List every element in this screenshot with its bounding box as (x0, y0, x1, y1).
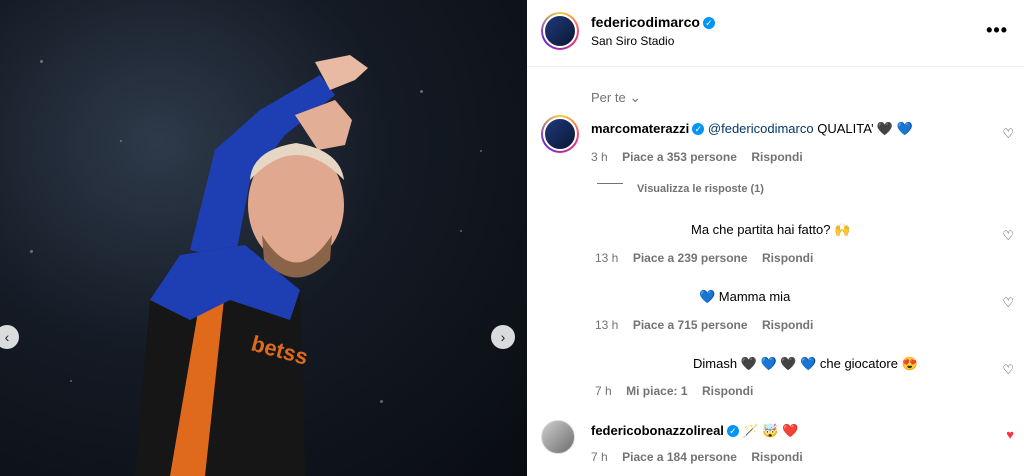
heart-icon[interactable]: ♡ (1002, 228, 1014, 244)
replies-divider (597, 183, 623, 184)
verified-icon: ✓ (692, 123, 705, 135)
post-photo: betss (0, 0, 527, 476)
comment-body: Dimash 🖤 💙 🖤 💙 che giocatore 😍 (693, 356, 918, 371)
player-illustration: betss (135, 55, 368, 476)
verified-icon: ✓ (702, 17, 715, 29)
verified-icon: ✓ (726, 425, 739, 437)
comment-likes[interactable]: Piace a 239 persone (633, 251, 748, 265)
chevron-left-icon: ‹ (4, 329, 10, 345)
more-options-button[interactable]: ••• (986, 20, 1008, 41)
commenter-username[interactable]: marcomaterazzi (591, 121, 689, 136)
carousel-next-button[interactable]: › (491, 325, 515, 349)
comment-meta: 7 h Piace a 184 persone Rispondi (591, 448, 803, 466)
comment-likes[interactable]: Piace a 184 persone (622, 450, 737, 464)
reply-button[interactable]: Rispondi (762, 318, 813, 332)
comment-meta: 13 h Piace a 715 persone Rispondi (595, 316, 813, 334)
reply-button[interactable]: Rispondi (702, 384, 753, 398)
comment-time[interactable]: 3 h (591, 150, 608, 164)
heart-icon[interactable]: ♡ (1002, 362, 1014, 378)
chevron-right-icon: › (500, 329, 506, 345)
sort-label: Per te (591, 90, 626, 105)
post-header: federicodimarco ✓ San Siro Stadio ••• (527, 0, 1024, 67)
heart-filled-icon[interactable]: ♥ (1006, 427, 1014, 442)
comment-time[interactable]: 7 h (595, 384, 612, 398)
commenter-avatar[interactable] (541, 115, 579, 153)
comment-text: marcomaterazzi ✓ @federicodimarco QUALITA… (591, 121, 913, 137)
comments-panel: federicodimarco ✓ San Siro Stadio ••• Per… (527, 0, 1024, 476)
comment-time[interactable]: 13 h (595, 251, 618, 265)
comment-meta: 3 h Piace a 353 persone Rispondi (591, 148, 803, 166)
comment-text: federicobonazzolireal ✓ 🪄 🤯 ❤️ (591, 423, 798, 439)
comment-body: 🪄 🤯 ❤️ (742, 423, 799, 438)
heart-icon[interactable]: ♡ (1002, 126, 1014, 142)
sort-dropdown[interactable]: Per te ⌄ (591, 89, 641, 106)
comment-likes[interactable]: Piace a 353 persone (622, 150, 737, 164)
comment-body: 💙 Mamma mia (699, 289, 791, 304)
comment-time[interactable]: 13 h (595, 318, 618, 332)
post-location[interactable]: San Siro Stadio (591, 34, 674, 48)
chevron-down-icon: ⌄ (629, 89, 642, 105)
comment-likes[interactable]: Mi piace: 1 (626, 384, 687, 398)
comment-likes[interactable]: Piace a 715 persone (633, 318, 748, 332)
heart-icon[interactable]: ♡ (1002, 295, 1014, 311)
reply-button[interactable]: Rispondi (751, 150, 802, 164)
comment-time[interactable]: 7 h (591, 450, 608, 464)
commenter-username[interactable]: federicobonazzolireal (591, 423, 724, 438)
reply-button[interactable]: Rispondi (751, 450, 802, 464)
comment-body: Ma che partita hai fatto? 🙌 (691, 222, 851, 237)
view-replies-button[interactable]: Visualizza le risposte (1) (637, 183, 764, 195)
comment-meta: 13 h Piace a 239 persone Rispondi (595, 249, 813, 267)
author-avatar[interactable] (541, 12, 579, 50)
mention-link[interactable]: @federicodimarco (708, 121, 814, 136)
comment-body: QUALITA’ 🖤 💙 (817, 121, 913, 136)
author-username[interactable]: federicodimarco (591, 14, 700, 30)
commenter-avatar[interactable] (541, 420, 575, 454)
reply-button[interactable]: Rispondi (762, 251, 813, 265)
comment-meta: 7 h Mi piace: 1 Rispondi (595, 382, 753, 400)
